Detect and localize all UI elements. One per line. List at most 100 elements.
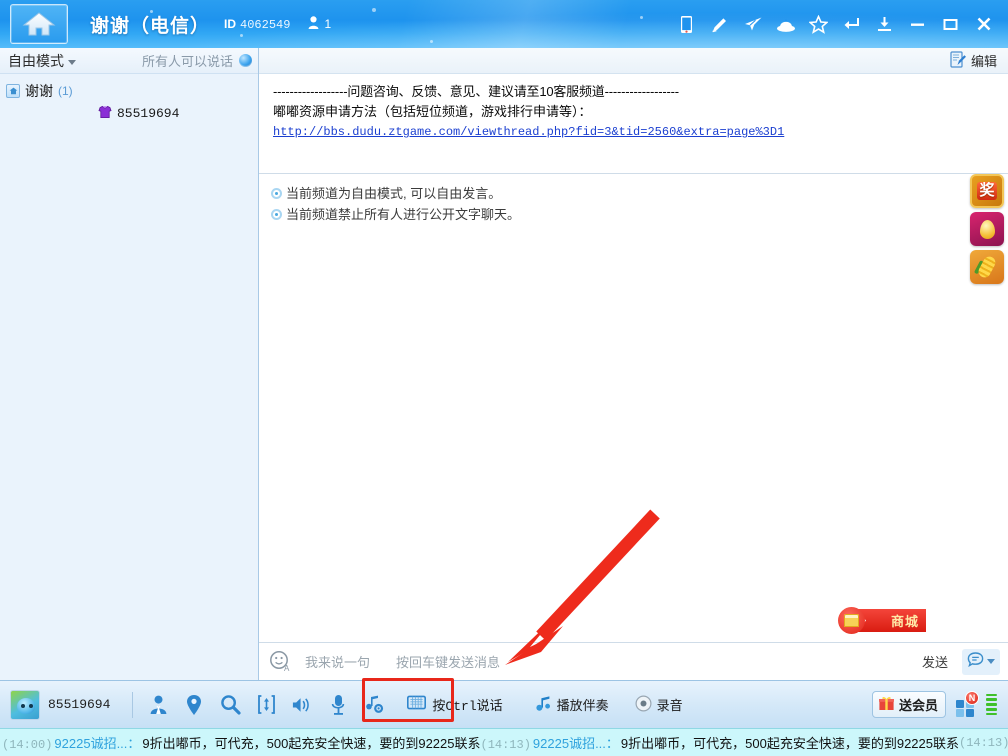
gift-membership-button[interactable]: 送会员	[872, 691, 946, 718]
close-button[interactable]	[967, 6, 1000, 42]
system-message-text: 当前频道为自由模式, 可以自由发言。	[286, 184, 501, 204]
mode-dropdown[interactable]: 自由模式	[8, 51, 76, 71]
titlebar-sparkle	[640, 16, 643, 19]
grid-square	[956, 709, 964, 717]
channel-tree: 谢谢 (1) 85519694	[0, 74, 258, 680]
mall-badge	[838, 607, 865, 634]
svg-text:A: A	[284, 664, 290, 672]
home-button[interactable]	[10, 4, 68, 44]
avatar-eye	[29, 704, 33, 708]
channel-name: 谢谢	[25, 81, 53, 101]
prize-game-icon[interactable]: 奖	[970, 174, 1004, 208]
marquee-time: (14:13)	[959, 736, 1008, 750]
egg-game-icon[interactable]	[970, 212, 1004, 246]
marquee-user: 92225诚招...：	[54, 733, 140, 752]
marquee-time: (14:13)	[481, 738, 531, 752]
maximize-button[interactable]	[934, 6, 967, 42]
push-to-talk-button[interactable]: 按Ctrl说话	[401, 691, 508, 718]
app-grid-icon[interactable]: N	[955, 694, 977, 716]
send-mode-dropdown[interactable]	[962, 649, 1000, 675]
mode-dropdown-label: 自由模式	[8, 51, 64, 71]
announcement-panel: ------------------问题咨询、反馈、意见、建议请至10客服频道-…	[259, 74, 1008, 174]
purple-shirt-icon	[98, 105, 112, 122]
input-placeholder-group[interactable]: 我来说一句 按回车键发送消息	[305, 652, 500, 671]
announcement-link[interactable]: http://bbs.dudu.ztgame.com/viewthread.ph…	[273, 125, 784, 139]
mall-button[interactable]: 商城	[838, 607, 926, 634]
dudu-voice-chat-window: 谢谢（电信） ID 4062549 1	[0, 0, 1008, 756]
signal-bars-icon[interactable]	[986, 694, 1000, 716]
signal-bar	[986, 694, 997, 697]
chat-bubble-icon	[967, 652, 984, 672]
enter-key-icon[interactable]	[835, 6, 868, 42]
gift-box-icon	[878, 695, 895, 714]
signal-bar	[986, 698, 997, 701]
system-message: 当前频道禁止所有人进行公开文字聊天。	[271, 205, 996, 225]
current-user-block[interactable]: 85519694	[10, 690, 110, 720]
list-item[interactable]: 85519694	[0, 102, 258, 125]
titlebar-sparkle	[430, 40, 433, 43]
room-title: 谢谢（电信）	[90, 11, 210, 38]
signal-bar	[986, 713, 997, 716]
marquee-item: (14:00) 92225诚招...： 9折出嘟币，可代充，500起充安全快速，…	[2, 733, 481, 752]
channel-user-count: (1)	[58, 84, 73, 98]
info-dot-icon	[271, 188, 282, 199]
signal-bar	[986, 703, 997, 706]
favorite-star-icon[interactable]	[802, 6, 835, 42]
mobile-icon[interactable]	[670, 6, 703, 42]
corn-game-icon[interactable]	[970, 250, 1004, 284]
send-button[interactable]: 发送	[916, 649, 954, 674]
signal-bar	[986, 708, 997, 711]
record-button[interactable]: 录音	[635, 695, 683, 715]
manager-icon[interactable]	[147, 694, 169, 716]
channel-panel: 自由模式 所有人可以说话 谢谢 (1)	[0, 48, 259, 680]
speaker-volume-icon[interactable]	[291, 694, 313, 716]
search-input[interactable]: 我来说一句	[305, 652, 370, 671]
record-label: 录音	[657, 695, 683, 714]
person-icon	[308, 16, 319, 32]
marquee-item: (14:13) 92225诚招...： 9折出嘟币，可代充，500起充安全快速，…	[481, 733, 960, 752]
channel-node[interactable]: 谢谢 (1)	[0, 80, 258, 102]
grid-square	[956, 700, 964, 708]
speak-permission-label: 所有人可以说话	[142, 51, 233, 70]
toolbar-divider	[132, 692, 133, 718]
airplane-icon[interactable]	[736, 6, 769, 42]
broadcast-marquee[interactable]: (14:00) 92225诚招...： 9折出嘟币，可代充，500起充安全快速，…	[0, 728, 1008, 756]
microphone-icon[interactable]	[327, 694, 349, 716]
search-icon[interactable]	[219, 694, 241, 716]
member-count: 1	[308, 16, 331, 32]
chevron-down-icon	[68, 60, 76, 65]
download-icon[interactable]	[868, 6, 901, 42]
game-shortcut-strip: 奖	[966, 174, 1008, 284]
edit-note-icon	[950, 51, 966, 71]
emoji-icon[interactable]: A	[269, 650, 293, 674]
home-icon	[22, 10, 56, 38]
play-accompaniment-button[interactable]: 播放伴奏	[535, 695, 609, 715]
enter-to-send-hint: 按回车键发送消息	[396, 652, 500, 671]
speak-permission-note: 所有人可以说话	[142, 51, 252, 70]
music-settings-icon[interactable]	[363, 694, 385, 716]
system-message-text: 当前频道禁止所有人进行公开文字聊天。	[286, 205, 520, 225]
toolbar-right-group: 送会员 N	[872, 691, 1000, 718]
prize-game-label: 奖	[977, 182, 996, 200]
room-id-value: 4062549	[240, 18, 290, 32]
edit-pencil-icon[interactable]	[703, 6, 736, 42]
toolbar-icon-group	[147, 694, 385, 716]
resize-height-icon[interactable]	[255, 694, 277, 716]
grid-square	[966, 709, 974, 717]
location-pin-icon[interactable]	[183, 694, 205, 716]
send-group: 发送	[916, 649, 1000, 675]
edit-announcement-label: 编辑	[971, 51, 997, 70]
minimize-button[interactable]	[901, 6, 934, 42]
titlebar-sparkle	[372, 8, 376, 12]
chevron-down-icon	[987, 659, 995, 664]
globe-icon[interactable]	[239, 54, 252, 67]
edit-announcement-button[interactable]: 编辑	[947, 50, 1000, 72]
avatar[interactable]	[10, 690, 40, 720]
hat-icon[interactable]	[769, 6, 802, 42]
current-user-name: 85519694	[48, 697, 110, 712]
system-message: 当前频道为自由模式, 可以自由发言。	[271, 184, 996, 204]
marquee-text: 9折出嘟币，可代充，500起充安全快速，要的到92225联系	[621, 733, 959, 752]
egg-shape	[980, 220, 995, 239]
bottom-toolbar: 85519694	[0, 680, 1008, 728]
chat-messages-area: 当前频道为自由模式, 可以自由发言。 当前频道禁止所有人进行公开文字聊天。 奖	[259, 174, 1008, 642]
